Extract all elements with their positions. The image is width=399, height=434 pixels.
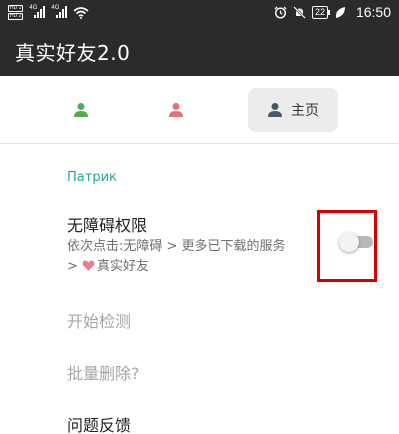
- tab-home-label: 主页: [291, 103, 319, 119]
- person-icon: [268, 103, 282, 117]
- wifi-icon: [73, 6, 89, 19]
- status-bar: HD 1 HD 2 4G 4G 22 16:50: [0, 0, 399, 24]
- tab-friends-red[interactable]: [154, 88, 198, 132]
- section-header: Патрик: [67, 170, 117, 185]
- heart-icon: [82, 260, 95, 271]
- signal-icon: 4G: [29, 5, 46, 18]
- leaf-icon: [335, 6, 345, 18]
- pref-accessibility-summary: 依次点击:无障碍 > 更多已下载的服务 > 真实好友: [67, 237, 329, 277]
- pref-batch-delete[interactable]: 批量删除?: [67, 360, 140, 384]
- pref-start-detect[interactable]: 开始检测: [67, 308, 131, 332]
- app-bar: 真实好友2.0: [0, 24, 399, 76]
- status-left: HD 1 HD 2 4G 4G: [8, 3, 89, 21]
- tab-friends-green[interactable]: [59, 88, 103, 132]
- alarm-icon: [274, 6, 287, 19]
- switch-thumb: [339, 232, 359, 252]
- signal-icon-2: 4G: [51, 5, 68, 18]
- tab-bar: 主页: [0, 76, 399, 144]
- summary-line-1: 依次点击:无障碍 > 更多已下载的服务: [67, 239, 286, 254]
- pref-accessibility-title: 无障碍权限: [67, 216, 148, 235]
- hd-tag-2: HD 2: [8, 12, 24, 20]
- summary-app-name: 真实好友: [97, 259, 150, 274]
- summary-line-2: > 真实好友: [67, 257, 329, 277]
- person-icon: [169, 103, 183, 117]
- status-right: 22 16:50: [274, 3, 391, 21]
- person-icon: [74, 103, 88, 117]
- pref-feedback[interactable]: 问题反馈: [67, 412, 131, 434]
- accessibility-switch[interactable]: [339, 232, 375, 252]
- tab-home[interactable]: 主页: [248, 88, 338, 132]
- hd-indicator: HD 1 HD 2: [8, 4, 24, 20]
- hd-tag-1: HD 1: [8, 4, 24, 12]
- mute-icon: [293, 5, 306, 19]
- battery-icon: 22: [311, 5, 330, 19]
- app-title: 真实好友2.0: [15, 41, 131, 65]
- summary-arrow: >: [67, 259, 78, 274]
- clock: 16:50: [355, 4, 391, 20]
